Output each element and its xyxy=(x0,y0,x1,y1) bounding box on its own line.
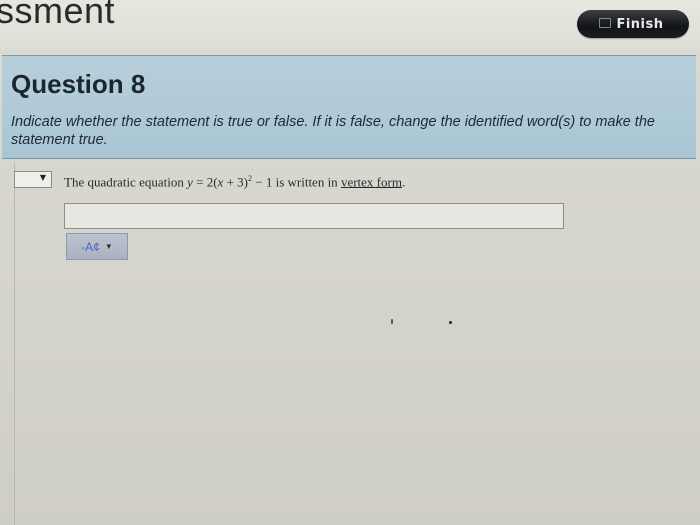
statement-prefix: The quadratic equation xyxy=(64,174,188,190)
text-format-button[interactable]: -A¢ ▼ xyxy=(66,233,128,260)
statement-suffix: . xyxy=(401,174,406,190)
true-false-dropdown[interactable]: ▼ xyxy=(14,171,52,188)
chevron-down-icon: ▼ xyxy=(39,173,46,182)
screen-speck xyxy=(449,321,452,324)
finish-button-label: Finish xyxy=(616,16,664,32)
question-title: Question 8 xyxy=(11,69,146,99)
identified-words: vertex form xyxy=(340,174,402,190)
finish-button[interactable]: Finish xyxy=(577,10,689,38)
equation-part-1: = 2( xyxy=(192,174,218,190)
question-statement: The quadratic equation y = 2(x + 3)2 − 1… xyxy=(64,174,405,190)
question-instructions: Indicate whether the statement is true o… xyxy=(11,114,655,148)
format-button-label: -A¢ xyxy=(81,239,100,254)
equation-part-2: + 3) xyxy=(223,174,248,190)
top-bar: ssment Finish xyxy=(0,0,700,50)
screen-speck xyxy=(391,319,393,324)
equation-part-3: − 1 is written in xyxy=(252,174,341,190)
chevron-down-icon: ▼ xyxy=(104,242,113,251)
correction-input[interactable] xyxy=(64,203,564,229)
flag-icon xyxy=(599,18,611,28)
assessment-title: ssment xyxy=(0,0,116,31)
question-panel: Question 8 Indicate whether the statemen… xyxy=(0,53,700,525)
panel-divider xyxy=(14,163,15,525)
question-header: Question 8 Indicate whether the statemen… xyxy=(2,55,696,159)
assessment-page: ssment Finish Question 8 Indicate whethe… xyxy=(0,0,700,525)
